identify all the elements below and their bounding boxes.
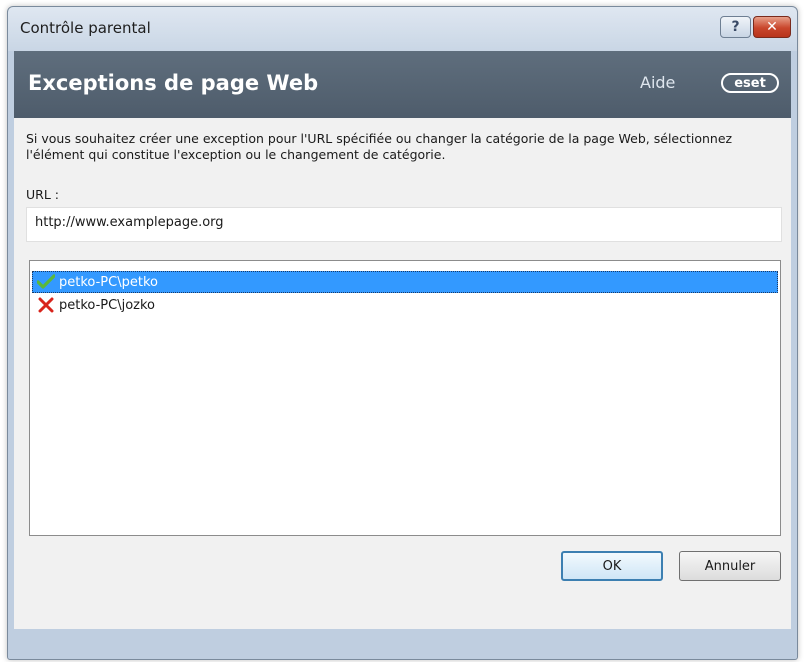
cancel-button[interactable]: Annuler [679, 551, 781, 581]
help-button[interactable]: ? [720, 16, 751, 38]
list-item-petko[interactable]: petko-PC\petko [32, 271, 778, 293]
list-item-label: petko-PC\petko [59, 274, 158, 290]
url-field[interactable]: http://www.examplepage.org [26, 207, 782, 242]
user-list[interactable]: petko-PC\petko petko-PC\jozko [29, 260, 781, 536]
dialog-window: Contrôle parental ? ✕ Exceptions de page… [7, 6, 798, 660]
url-label: URL : [26, 187, 59, 202]
window-title: Contrôle parental [20, 19, 151, 37]
help-link[interactable]: Aide [640, 73, 675, 92]
content-area: Si vous souhaitez créer une exception po… [14, 118, 791, 629]
page-title: Exceptions de page Web [28, 71, 319, 95]
description-text: Si vous souhaitez créer une exception po… [26, 131, 733, 162]
list-item-jozko[interactable]: petko-PC\jozko [32, 294, 778, 316]
check-icon [36, 272, 56, 292]
eset-logo: eset [721, 73, 779, 93]
title-bar[interactable]: Contrôle parental ? ✕ [8, 7, 797, 49]
header-banner: Exceptions de page Web Aide eset [14, 51, 791, 118]
list-item-label: petko-PC\jozko [59, 297, 156, 313]
ok-button[interactable]: OK [561, 551, 663, 581]
close-button[interactable]: ✕ [753, 16, 791, 38]
cross-icon [36, 295, 56, 315]
